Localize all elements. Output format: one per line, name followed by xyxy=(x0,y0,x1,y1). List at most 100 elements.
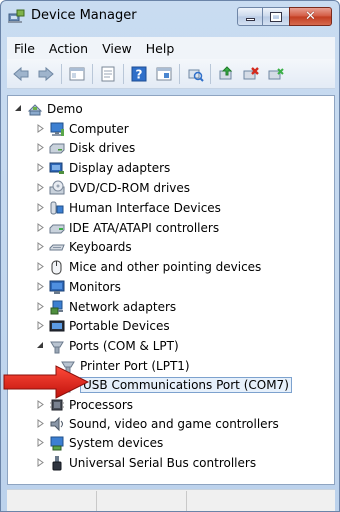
system-device-icon xyxy=(49,435,65,451)
title-bar[interactable]: Device Manager ✕ xyxy=(1,1,339,31)
tree-item[interactable]: Network adapters xyxy=(36,297,176,316)
tree-item-label: Keyboards xyxy=(69,239,132,254)
tree-item-label: Mice and other pointing devices xyxy=(69,259,262,274)
uninstall-button[interactable] xyxy=(240,63,262,85)
menu-view[interactable]: View xyxy=(95,41,139,56)
tree-item[interactable]: Human Interface Devices xyxy=(36,198,221,217)
tree-item[interactable]: Monitors xyxy=(36,277,121,296)
device-manager-icon xyxy=(8,8,26,24)
toolbar: ? xyxy=(7,59,335,89)
hid-icon xyxy=(49,200,65,216)
computer-host-icon xyxy=(27,101,43,117)
collapsed-arrow-icon[interactable] xyxy=(36,282,45,291)
maximize-icon xyxy=(270,11,282,22)
view-icon xyxy=(156,67,172,80)
forward-button[interactable] xyxy=(35,63,57,85)
maximize-button[interactable] xyxy=(263,7,289,26)
scan-hardware-icon xyxy=(188,69,204,82)
show-hide-tree-icon xyxy=(69,67,85,80)
tree-item-label: Printer Port (LPT1) xyxy=(80,358,190,373)
caption-buttons: ✕ xyxy=(237,7,332,27)
tree-item-label: Sound, video and game controllers xyxy=(69,416,279,431)
collapsed-arrow-icon[interactable] xyxy=(36,302,45,311)
tree-item[interactable]: Universal Serial Bus controllers xyxy=(36,453,256,472)
tree-item-label: Monitors xyxy=(69,279,121,294)
tree-item-label: DVD/CD-ROM drives xyxy=(69,180,191,195)
tree-item-label: Network adapters xyxy=(69,299,177,314)
device-tree[interactable]: Demo Computer Disk drives Display adapters… xyxy=(7,95,335,485)
collapsed-arrow-icon[interactable] xyxy=(36,400,45,409)
collapsed-arrow-icon[interactable] xyxy=(36,163,45,172)
minimize-icon xyxy=(245,18,255,21)
collapsed-arrow-icon[interactable] xyxy=(36,223,45,232)
help-icon: ? xyxy=(131,66,147,81)
toolbar-separator xyxy=(210,63,211,84)
tree-item[interactable]: Portable Devices xyxy=(36,316,170,335)
close-button[interactable]: ✕ xyxy=(289,7,332,26)
monitor-icon xyxy=(49,279,65,295)
status-cell xyxy=(7,491,97,511)
tree-item[interactable]: System devices xyxy=(36,433,163,452)
forward-icon xyxy=(38,66,54,81)
tree-item[interactable]: DVD/CD-ROM drives xyxy=(36,178,190,197)
collapsed-arrow-icon[interactable] xyxy=(36,183,45,192)
tree-item[interactable]: Keyboards xyxy=(36,237,132,256)
tree-root-label: Demo xyxy=(47,101,83,116)
expanded-arrow-icon[interactable] xyxy=(14,104,23,113)
menu-file[interactable]: File xyxy=(7,41,42,56)
collapsed-arrow-icon[interactable] xyxy=(36,262,45,271)
collapsed-arrow-icon[interactable] xyxy=(36,438,45,447)
sound-icon xyxy=(49,416,65,432)
tree-root[interactable]: Demo xyxy=(14,99,83,118)
show-hide-tree-button[interactable] xyxy=(66,63,88,85)
update-driver-button[interactable] xyxy=(215,63,237,85)
update-driver-icon xyxy=(219,65,233,79)
tree-item-label: Universal Serial Bus controllers xyxy=(69,455,257,470)
collapsed-arrow-icon[interactable] xyxy=(36,143,45,152)
close-icon: ✕ xyxy=(305,9,316,24)
tree-item-label: Human Interface Devices xyxy=(69,200,221,215)
expanded-arrow-icon[interactable] xyxy=(36,341,45,350)
back-button[interactable] xyxy=(10,63,32,85)
scan-hardware-button[interactable] xyxy=(184,63,206,85)
tree-item[interactable]: Sound, video and game controllers xyxy=(36,414,279,433)
toolbar-separator xyxy=(123,63,124,84)
network-adapter-icon xyxy=(49,299,65,315)
tree-item-label: System devices xyxy=(69,435,164,450)
tree-item[interactable]: Computer xyxy=(36,119,129,138)
disk-drive-icon xyxy=(49,140,65,156)
minimize-button[interactable] xyxy=(237,7,263,26)
tree-item-label: USB Communications Port (COM7) xyxy=(80,376,292,393)
tree-item-label: Computer xyxy=(69,121,129,136)
keyboard-icon xyxy=(49,239,65,255)
menu-action[interactable]: Action xyxy=(42,41,95,56)
properties-button[interactable] xyxy=(97,63,119,85)
tree-item[interactable]: Disk drives xyxy=(36,138,135,157)
tree-item[interactable]: Mice and other pointing devices xyxy=(36,257,261,276)
back-icon xyxy=(13,66,29,81)
tree-item-label: Display adapters xyxy=(69,160,171,175)
dvd-drive-icon xyxy=(49,180,65,196)
portable-device-icon xyxy=(49,318,65,334)
collapsed-arrow-icon[interactable] xyxy=(36,419,45,428)
usb-icon xyxy=(49,455,65,471)
collapsed-arrow-icon[interactable] xyxy=(36,458,45,467)
tree-item[interactable]: Display adapters xyxy=(36,158,170,177)
collapsed-arrow-icon[interactable] xyxy=(36,124,45,133)
collapsed-arrow-icon[interactable] xyxy=(36,203,45,212)
tree-item[interactable]: IDE ATA/ATAPI controllers xyxy=(36,218,219,237)
menu-help[interactable]: Help xyxy=(139,41,182,56)
window-title: Device Manager xyxy=(31,8,137,23)
tree-item[interactable]: USB Communications Port (COM7) xyxy=(60,375,292,394)
view-button[interactable] xyxy=(153,63,175,85)
port-icon xyxy=(49,338,65,354)
help-button[interactable]: ? xyxy=(128,63,150,85)
collapsed-arrow-icon[interactable] xyxy=(36,242,45,251)
collapsed-arrow-icon[interactable] xyxy=(36,321,45,330)
properties-icon xyxy=(101,66,115,81)
toolbar-separator xyxy=(92,63,93,84)
disable-button[interactable] xyxy=(265,63,287,85)
disable-icon xyxy=(268,67,284,79)
tree-item-label: IDE ATA/ATAPI controllers xyxy=(69,220,220,235)
tree-item[interactable]: Ports (COM & LPT) xyxy=(36,336,179,355)
